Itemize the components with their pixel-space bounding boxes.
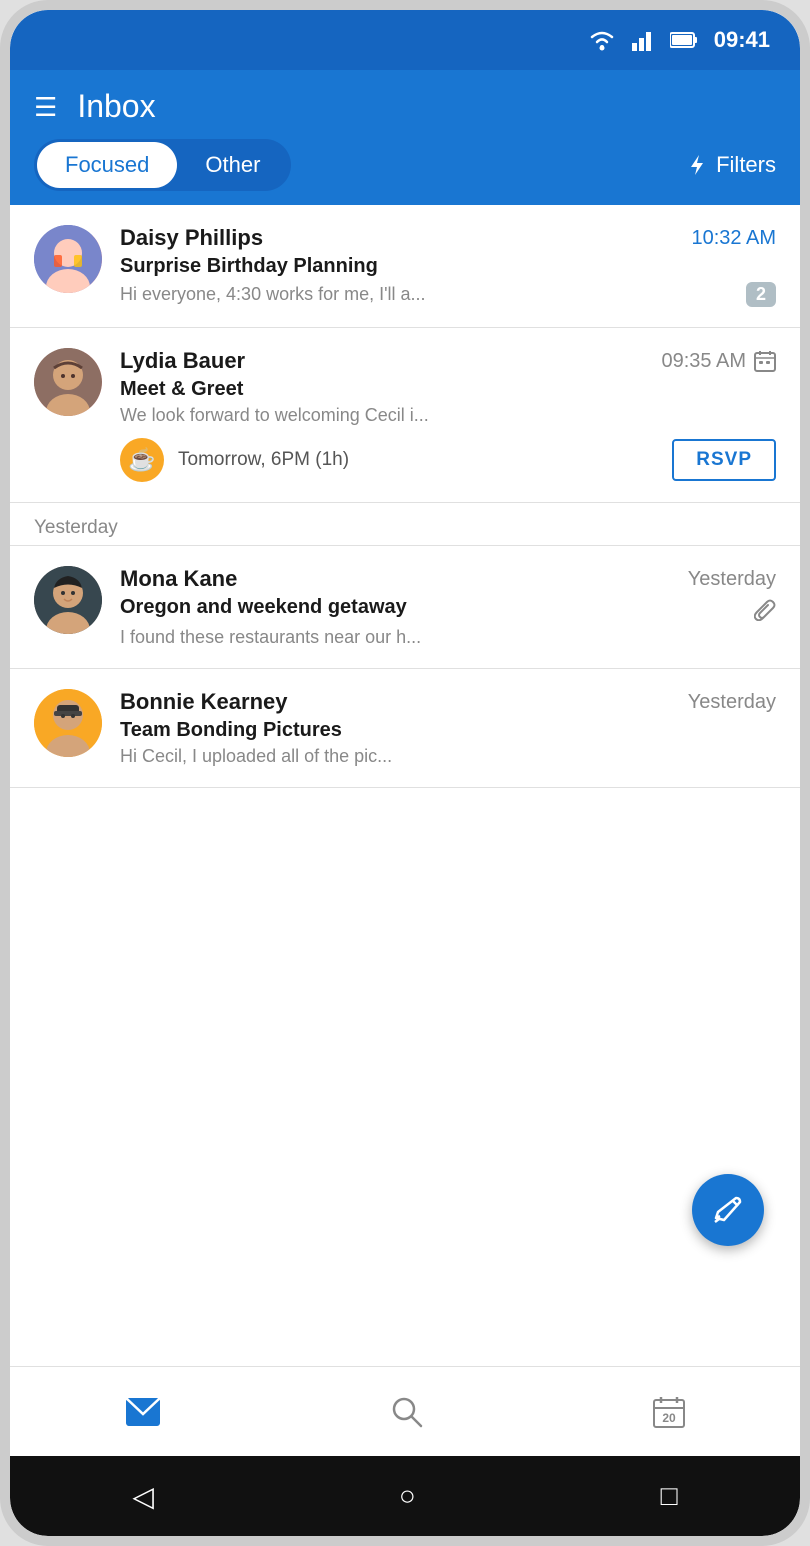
phone-frame: 09:41 ☰ Inbox Focused Other Filters [0,0,810,1546]
email-header-bonnie: Bonnie Kearney Yesterday [120,689,776,715]
preview-mona: I found these restaurants near our h... [120,627,776,648]
subject-daisy: Surprise Birthday Planning [120,255,776,278]
time-mona: Yesterday [688,568,776,591]
event-time-lydia: Tomorrow, 6PM (1h) [178,449,349,471]
nav-search[interactable] [371,1388,443,1436]
event-info: ☕ Tomorrow, 6PM (1h) [120,438,349,482]
header: ☰ Inbox Focused Other Filters [10,70,800,205]
sender-mona: Mona Kane [120,566,237,592]
calendar-icon-lydia [754,350,776,372]
time-bonnie: Yesterday [688,691,776,714]
phone-screen: 09:41 ☰ Inbox Focused Other Filters [10,10,800,1536]
preview-row-daisy: Hi everyone, 4:30 works for me, I'll a..… [120,282,776,307]
preview-row-bonnie: Hi Cecil, I uploaded all of the pic... [120,746,776,767]
preview-row-mona: I found these restaurants near our h... [120,627,776,648]
avatar-mona [34,566,102,634]
email-header-lydia: Lydia Bauer 09:35 AM [120,348,776,374]
email-content-mona: Mona Kane Yesterday Oregon and weekend g… [120,566,776,648]
calendar-nav-icon: 20 [653,1396,685,1428]
badge-daisy: 2 [746,282,776,307]
section-yesterday: Yesterday [10,503,800,546]
preview-bonnie: Hi Cecil, I uploaded all of the pic... [120,746,776,767]
filters-label: Filters [716,152,776,178]
search-nav-icon [391,1396,423,1428]
email-header-mona: Mona Kane Yesterday [120,566,776,592]
inbox-tabs: Focused Other [34,139,291,191]
event-icon-lydia: ☕ [120,438,164,482]
email-item-daisy[interactable]: Daisy Phillips 10:32 AM Surprise Birthda… [10,205,800,328]
nav-mail[interactable] [105,1389,181,1435]
recent-button[interactable]: □ [631,1470,708,1522]
battery-icon [670,31,698,49]
preview-daisy: Hi everyone, 4:30 works for me, I'll a..… [120,284,736,305]
bottom-nav: 20 [10,1366,800,1456]
filters-button[interactable]: Filters [686,152,776,178]
email-content-lydia: Lydia Bauer 09:35 AM [120,348,776,482]
avatar-lydia [34,348,102,416]
email-header-daisy: Daisy Phillips 10:32 AM [120,225,776,251]
email-item-lydia[interactable]: Lydia Bauer 09:35 AM [10,328,800,503]
time-lydia: 09:35 AM [661,350,746,373]
subject-mona: Oregon and weekend getaway [120,596,407,619]
tab-row: Focused Other Filters [34,139,776,205]
status-bar: 09:41 [10,10,800,70]
back-button[interactable]: ◁ [102,1470,184,1523]
preview-row-lydia: We look forward to welcoming Cecil i... [120,405,776,426]
avatar-bonnie [34,689,102,757]
menu-button[interactable]: ☰ [34,94,57,120]
home-button[interactable]: ○ [369,1470,446,1522]
time-daisy: 10:32 AM [691,227,776,250]
sender-daisy: Daisy Phillips [120,225,263,251]
system-nav-bar: ◁ ○ □ [10,1456,800,1536]
rsvp-button[interactable]: RSVP [672,439,776,481]
tab-focused[interactable]: Focused [37,142,177,188]
mail-nav-icon [125,1397,161,1427]
status-time: 09:41 [714,27,770,53]
preview-lydia: We look forward to welcoming Cecil i... [120,405,776,426]
event-card-lydia: ☕ Tomorrow, 6PM (1h) RSVP [120,438,776,482]
bolt-icon [686,154,708,176]
email-list: Daisy Phillips 10:32 AM Surprise Birthda… [10,205,800,1366]
email-content-daisy: Daisy Phillips 10:32 AM Surprise Birthda… [120,225,776,307]
subject-bonnie: Team Bonding Pictures [120,719,776,742]
email-item-bonnie[interactable]: Bonnie Kearney Yesterday Team Bonding Pi… [10,669,800,788]
email-item-mona[interactable]: Mona Kane Yesterday Oregon and weekend g… [10,546,800,669]
compose-fab[interactable] [692,1174,764,1246]
header-title: Inbox [77,88,155,125]
avatar-daisy [34,225,102,293]
sender-lydia: Lydia Bauer [120,348,245,374]
header-top: ☰ Inbox [34,88,776,139]
attachment-icon-mona [754,599,776,621]
svg-text:20: 20 [662,1411,676,1425]
email-content-bonnie: Bonnie Kearney Yesterday Team Bonding Pi… [120,689,776,767]
tab-other[interactable]: Other [177,142,288,188]
sender-bonnie: Bonnie Kearney [120,689,288,715]
nav-calendar[interactable]: 20 [633,1388,705,1436]
subject-lydia: Meet & Greet [120,378,776,401]
compose-icon [712,1194,744,1226]
wifi-icon [588,29,616,51]
subject-row-mona: Oregon and weekend getaway [120,596,776,623]
signal-icon [632,29,654,51]
